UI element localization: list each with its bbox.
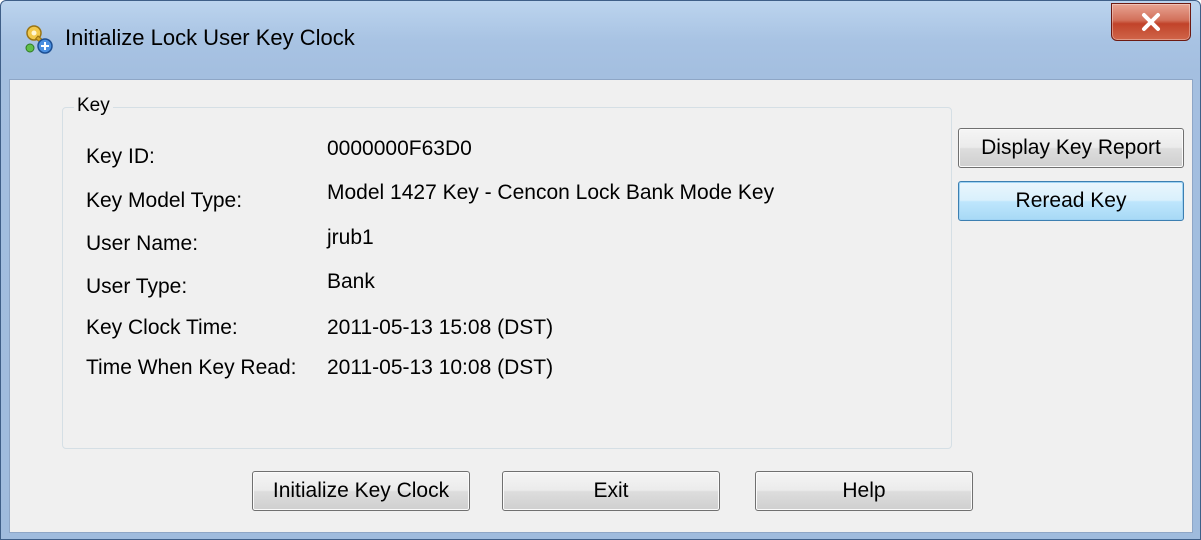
user-name-label: User Name: [86, 232, 199, 255]
exit-button[interactable]: Exit [502, 471, 720, 511]
display-key-report-button[interactable]: Display Key Report [958, 128, 1184, 168]
reread-key-button[interactable]: Reread Key [958, 181, 1184, 221]
user-name-value: jrub1 [327, 226, 374, 249]
key-id-label: Key ID: [86, 145, 155, 168]
initialize-key-clock-button[interactable]: Initialize Key Clock [252, 471, 470, 511]
window-title: Initialize Lock User Key Clock [65, 25, 355, 50]
title-bar[interactable]: Initialize Lock User Key Clock [1, 1, 1200, 79]
time-when-key-read-value: 2011-05-13 10:08 (DST) [327, 356, 554, 379]
key-id-value: 0000000F63D0 [327, 137, 472, 160]
user-type-label: User Type: [86, 275, 188, 298]
user-type-value: Bank [327, 270, 375, 293]
dialog-client-area: Key Key ID: 0000000F63D0 Key Model Type:… [9, 79, 1193, 533]
key-app-icon [23, 23, 55, 55]
key-group-box [62, 107, 952, 449]
help-button[interactable]: Help [755, 471, 973, 511]
close-button[interactable] [1111, 3, 1191, 41]
close-icon [1140, 12, 1162, 32]
key-clock-time-value: 2011-05-13 15:08 (DST) [327, 316, 554, 339]
dialog-window: Initialize Lock User Key Clock Key Key I… [0, 0, 1201, 540]
group-title: Key [74, 95, 113, 117]
key-clock-time-label: Key Clock Time: [86, 316, 238, 339]
time-when-key-read-label: Time When Key Read: [86, 356, 297, 379]
key-model-type-label: Key Model Type: [86, 189, 243, 212]
key-model-type-value: Model 1427 Key - Cencon Lock Bank Mode K… [327, 181, 775, 204]
